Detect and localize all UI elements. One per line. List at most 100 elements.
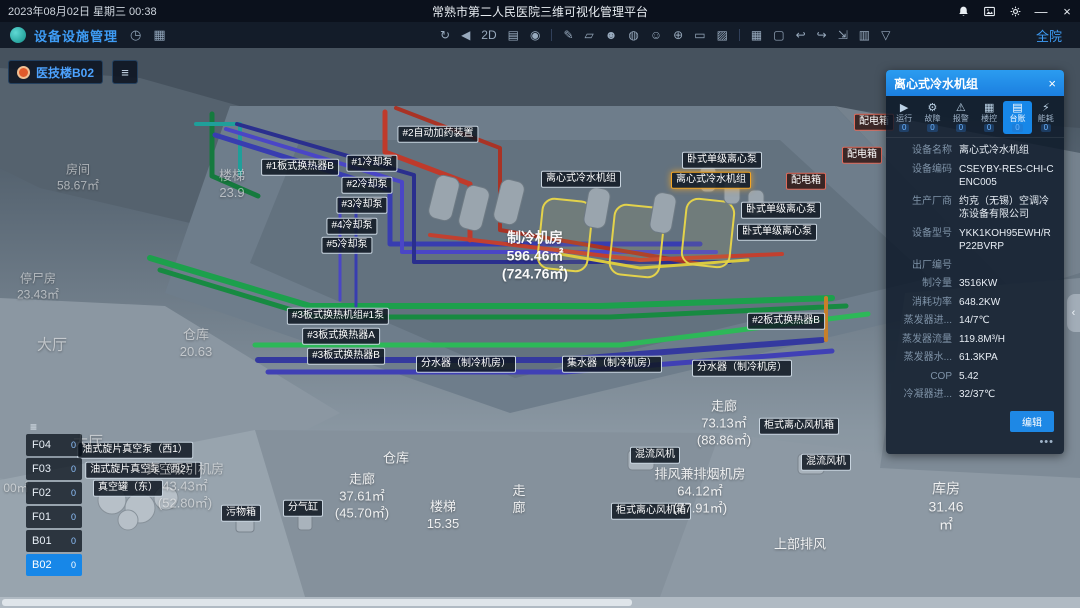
area-label-line: 37.61㎡ [335, 489, 389, 506]
equipment-label[interactable]: 卧式单级离心泵 [741, 202, 821, 219]
tool-table-view-icon[interactable]: ▦ [751, 29, 762, 41]
field-value: CSEYBY-RES-CHI-CENC005 [959, 163, 1056, 190]
tool-measure-area-icon[interactable]: ▱ [585, 29, 594, 41]
equipment-label[interactable]: 集水器（制冷机房） [562, 356, 662, 373]
equipment-label[interactable]: #4冷却泵 [326, 218, 377, 235]
edit-button[interactable]: 编辑 [1010, 411, 1054, 432]
tool-globe-view-icon[interactable]: ◍ [628, 29, 638, 41]
area-label: 库房31.46㎡ [928, 480, 963, 535]
panel-header: 离心式冷水机组 × [886, 70, 1064, 96]
panel-fields: 设备名称离心式冷水机组设备编码CSEYBY-RES-CHI-CENC005生产厂… [886, 138, 1064, 409]
field-value: 648.2KW [959, 296, 1056, 310]
panel-tab-energy[interactable]: ⚡能耗0 [1032, 101, 1060, 134]
tool-undo-icon[interactable]: ↩ [796, 29, 806, 41]
panel-tab-ledger[interactable]: ▤台账0 [1003, 101, 1031, 134]
floor-item-b02[interactable]: B020 [26, 554, 82, 576]
floor-item-f02[interactable]: F020 [26, 482, 82, 504]
fault-icon: ⚙ [928, 103, 938, 114]
minimize-icon[interactable]: — [1034, 4, 1048, 18]
equipment-label[interactable]: 柜式离心风机箱 [759, 418, 839, 435]
equipment-label[interactable]: 分水器（制冷机房） [416, 356, 516, 373]
equipment-label[interactable]: #1板式换热器B [261, 159, 339, 176]
equipment-label[interactable]: #3板式换热器B [307, 348, 385, 365]
equipment-label[interactable]: 污物箱 [221, 505, 261, 522]
tool-mode-2d-icon[interactable]: 2D [481, 29, 496, 41]
area-label-line: 43.43㎡ [146, 479, 224, 496]
area-label: 楼梯15.35 [427, 499, 460, 533]
floor-menu-icon[interactable]: ≡ [26, 420, 82, 434]
equipment-label[interactable]: #5冷却泵 [321, 237, 372, 254]
tool-reset-view-icon[interactable]: ↻ [440, 29, 450, 41]
tool-roam-icon[interactable]: ☺ [650, 29, 662, 41]
area-label: 房间58.67㎡ [57, 162, 99, 193]
equipment-label[interactable]: #3板式换热机组#1泵 [287, 308, 389, 325]
scope-selector[interactable]: 全院 [1036, 26, 1062, 45]
area-label-line: 大厅 [37, 335, 67, 355]
floor-item-f03[interactable]: F030 [26, 458, 82, 480]
equipment-label[interactable]: 卧式单级离心泵 [737, 224, 817, 241]
floor-item-b01[interactable]: B010 [26, 530, 82, 552]
horizontal-scrollbar[interactable] [0, 597, 1080, 608]
floor-label: B02 [32, 559, 52, 571]
panel-tab-count: 0 [956, 124, 966, 132]
area-label-line: 楼梯 [427, 499, 460, 516]
equipment-label[interactable]: #2冷却泵 [341, 177, 392, 194]
area-label-line: 31.46 [928, 498, 963, 516]
tool-first-person-icon[interactable]: ☻ [605, 29, 618, 41]
panel-tab-fault[interactable]: ⚙故障0 [918, 101, 946, 134]
equipment-label[interactable]: 分气缸 [283, 500, 323, 517]
area-label: 走廊 [512, 483, 525, 517]
panel-tab-run[interactable]: ▶运行0 [890, 101, 918, 134]
area-label: 走廊73.13㎡(88.86㎡) [697, 399, 751, 450]
floor-item-f04[interactable]: F040 [26, 434, 82, 456]
equipment-label[interactable]: 混流风机 [801, 454, 851, 471]
equipment-label[interactable]: 离心式冷水机组 [671, 172, 751, 189]
equipment-label[interactable]: #1冷却泵 [346, 155, 397, 172]
area-label: 楼梯23.9 [219, 168, 245, 202]
close-icon[interactable]: × [1060, 4, 1074, 18]
building-selector[interactable]: 医技楼B02 [8, 60, 103, 84]
equipment-label[interactable]: #3板式换热器A [302, 328, 380, 345]
tool-redo-icon[interactable]: ↪ [817, 29, 827, 41]
equipment-label[interactable]: #2自动加药装置 [397, 126, 478, 143]
equipment-label[interactable]: 分水器（制冷机房） [692, 360, 792, 377]
equipment-label[interactable]: 配电箱 [842, 147, 882, 164]
floor-label: F03 [32, 463, 51, 475]
tool-locate-icon[interactable]: ⊕ [673, 29, 683, 41]
screenshot-icon[interactable] [982, 4, 996, 18]
area-label-line: 走廊 [335, 472, 389, 489]
scrollbar-thumb[interactable] [2, 599, 632, 606]
panel-collapse-handle[interactable]: ‹ [1067, 294, 1080, 332]
settings-icon[interactable] [1008, 4, 1022, 18]
equipment-label[interactable]: 卧式单级离心泵 [682, 152, 762, 169]
tool-visibility-icon[interactable]: ◉ [530, 29, 540, 41]
more-options-button[interactable]: ••• [1039, 436, 1054, 448]
field-label: COP [894, 370, 959, 384]
panel-tab-control[interactable]: ▦楼控0 [975, 101, 1003, 134]
tool-fullscreen-icon[interactable]: ⇲ [838, 29, 848, 41]
panel-tab-alarm[interactable]: ⚠报警0 [947, 101, 975, 134]
area-label-line: 58.67㎡ [57, 178, 99, 194]
equipment-label[interactable]: 离心式冷水机组 [541, 171, 621, 188]
equipment-label[interactable]: #3冷却泵 [336, 197, 387, 214]
equipment-label[interactable]: 配电箱 [786, 173, 826, 190]
tool-annotate-icon[interactable]: ▭ [694, 29, 705, 41]
tool-split-view-icon[interactable]: ▥ [859, 29, 870, 41]
equipment-label[interactable]: 混流风机 [630, 447, 680, 464]
panel-field: 制冷量3516KW [894, 277, 1056, 291]
layout-icon[interactable]: ▦ [153, 27, 165, 43]
field-value [959, 259, 1056, 273]
equipment-label[interactable]: #2板式换热器B [747, 313, 825, 330]
tool-draw-icon[interactable]: ✎ [563, 29, 573, 41]
panel-close-icon[interactable]: × [1048, 76, 1056, 91]
time-icon[interactable]: ◷ [130, 27, 141, 43]
area-label: 00㎡ [3, 481, 28, 497]
building-menu-icon[interactable]: ≡ [112, 60, 138, 84]
tool-rotate-left-icon[interactable]: ◀ [461, 29, 470, 41]
notifications-icon[interactable] [956, 4, 970, 18]
tool-statistics-icon[interactable]: ▨ [717, 29, 728, 41]
tool-layer-list-icon[interactable]: ▤ [508, 29, 519, 41]
tool-screen-view-icon[interactable]: ▢ [773, 29, 784, 41]
tool-filter-icon[interactable]: ▽ [881, 29, 890, 41]
floor-item-f01[interactable]: F010 [26, 506, 82, 528]
